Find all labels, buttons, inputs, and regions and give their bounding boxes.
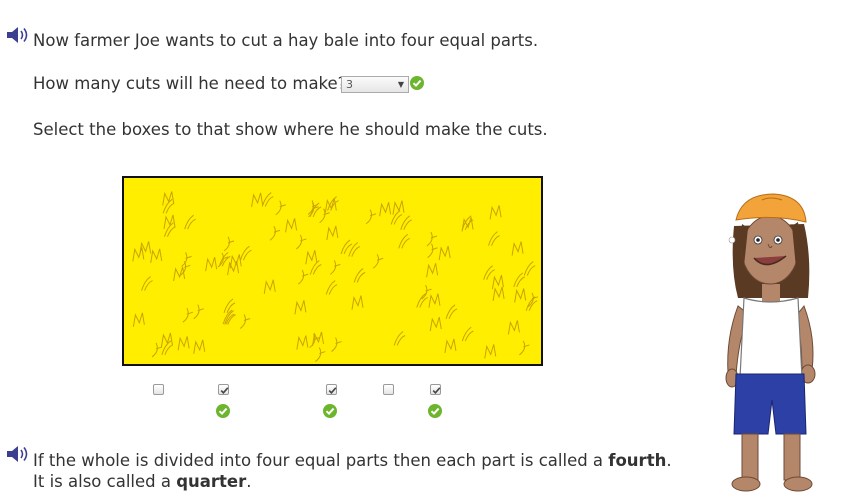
cut-checkbox-2[interactable] (218, 384, 229, 395)
green-check-icon (428, 404, 442, 418)
dropdown-value: 3 (346, 78, 353, 91)
green-check-icon (216, 404, 230, 418)
explanation-line-1: If the whole is divided into four equal … (33, 451, 672, 470)
term-fourth: fourth (608, 451, 667, 470)
hay-strands (132, 191, 539, 362)
cuts-dropdown[interactable]: 3 ▼ (341, 76, 409, 93)
instruction-text: Select the boxes to that show where he s… (33, 120, 548, 139)
cut-checkbox-4[interactable] (383, 384, 394, 395)
speaker-icon[interactable] (6, 25, 32, 45)
cut-checkbox-3[interactable] (326, 384, 337, 395)
question-prompt: How many cuts will he need to make? (33, 74, 347, 93)
dropdown-arrow-icon: ▼ (397, 80, 404, 89)
green-check-icon (410, 76, 424, 90)
cut-checkbox-1[interactable] (153, 384, 164, 395)
farmer-joe-illustration (725, 193, 816, 492)
green-check-icon (323, 404, 337, 418)
explanation-line-2: It is also called a quarter. (33, 472, 252, 491)
hay-bale (122, 176, 543, 366)
term-quarter: quarter (176, 472, 247, 491)
intro-text: Now farmer Joe wants to cut a hay bale i… (33, 31, 539, 50)
speaker-icon[interactable] (6, 444, 32, 464)
cut-checkbox-5[interactable] (430, 384, 441, 395)
